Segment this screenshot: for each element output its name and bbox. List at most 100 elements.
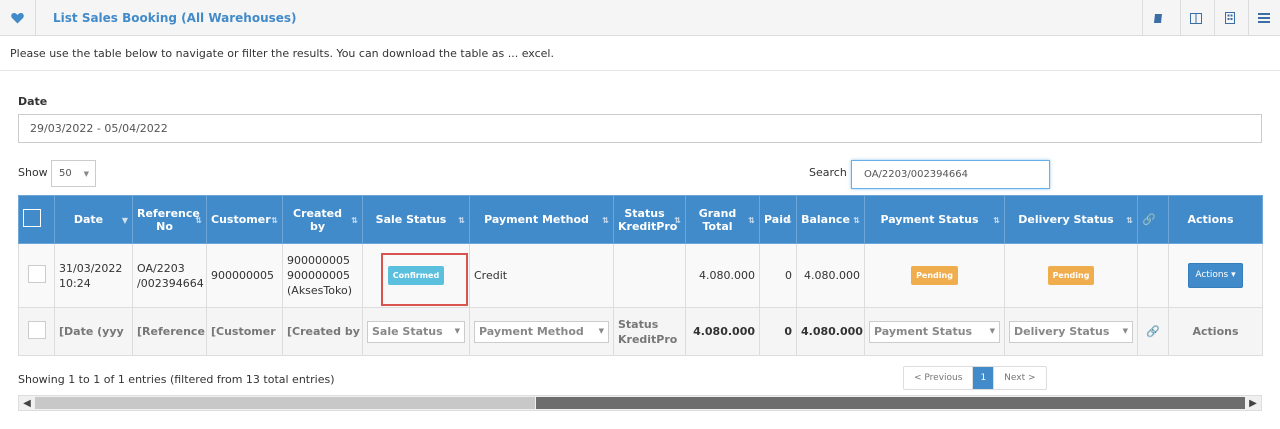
search-input[interactable]: OA/2203/002394664	[851, 160, 1050, 189]
sales-table: Date ▼ Reference No ⇅ Customer ⇅ Created by…	[18, 195, 1263, 356]
page-length-value: 50	[59, 168, 72, 179]
col-payment-method[interactable]: Payment Method ⇅	[469, 195, 614, 244]
link-icon: 🔗	[1142, 213, 1156, 226]
filter-sale-status-select[interactable]: Sale Status ▼	[367, 320, 465, 343]
sort-icon: ⇅	[853, 216, 860, 225]
cell-reference: OA/2203 /002394664	[132, 243, 207, 308]
col-reference[interactable]: Reference No ⇅	[132, 195, 207, 244]
col-created-by[interactable]: Created by ⇅	[282, 195, 363, 244]
pagination-previous[interactable]: < Previous	[904, 367, 972, 389]
total-balance: 4.080.000	[796, 307, 865, 356]
select-all-cell[interactable]	[18, 195, 55, 244]
show-label: Show	[18, 166, 48, 179]
divider	[0, 70, 1280, 71]
book-icon[interactable]	[1142, 0, 1172, 36]
list-icon[interactable]	[1248, 0, 1278, 36]
table-row[interactable]: 31/03/2022 10:24 OA/2203 /002394664 9000…	[18, 243, 1263, 308]
sort-icon: ⇅	[674, 216, 681, 225]
cell-grand-total: 4.080.000	[685, 243, 760, 308]
col-actions: Actions	[1168, 195, 1263, 244]
filter-payment-status-cell: Payment Status ▼	[864, 307, 1005, 356]
scroll-track-left[interactable]	[35, 397, 535, 409]
col-grand-total[interactable]: Grand Total ⇅	[685, 195, 760, 244]
cell-balance: 4.080.000	[796, 243, 865, 308]
page-length-select[interactable]: 50 ▼	[51, 160, 96, 187]
cell-payment-method: Credit	[469, 243, 614, 308]
col-date[interactable]: Date ▼	[54, 195, 133, 244]
cell-link	[1137, 243, 1169, 308]
sort-icon: ⇅	[351, 216, 358, 225]
filter-date-input[interactable]: [Date (yyy	[54, 307, 133, 356]
sort-icon: ⇅	[748, 216, 755, 225]
filter-payment-method-cell: Payment Method ▼	[469, 307, 614, 356]
filter-delivery-status-cell: Delivery Status ▼	[1004, 307, 1138, 356]
foot-actions: Actions	[1168, 307, 1263, 356]
filter-delivery-status-select[interactable]: Delivery Status ▼	[1009, 320, 1133, 343]
sort-icon: ⇅	[993, 216, 1000, 225]
sort-icon: ⇅	[458, 216, 465, 225]
heart-icon	[0, 0, 36, 36]
col-customer[interactable]: Customer ⇅	[206, 195, 283, 244]
cell-delivery-status: Pending	[1004, 243, 1138, 308]
sort-icon: ▼	[121, 216, 128, 225]
table-info: Showing 1 to 1 of 1 entries (filtered fr…	[18, 373, 335, 386]
col-payment-status[interactable]: Payment Status ⇅	[864, 195, 1005, 244]
total-paid: 0	[759, 307, 797, 356]
page-title: List Sales Booking (All Warehouses)	[53, 11, 297, 25]
chevron-down-icon: ▼	[83, 170, 89, 178]
row-checkbox[interactable]	[27, 264, 46, 283]
row-select-cell[interactable]	[18, 243, 55, 308]
cell-customer: 900000005	[206, 243, 283, 308]
chevron-down-icon: ▼	[454, 327, 460, 335]
highlight-box	[381, 253, 468, 306]
col-paid[interactable]: Paid ⇅	[759, 195, 797, 244]
filter-sale-status-cell: Sale Status ▼	[362, 307, 470, 356]
date-range-input[interactable]: 29/03/2022 - 05/04/2022	[18, 114, 1262, 143]
col-delivery-status[interactable]: Delivery Status ⇅	[1004, 195, 1138, 244]
chevron-down-icon: ▼	[989, 327, 995, 335]
total-grand-total: 4.080.000	[685, 307, 760, 356]
filter-created-by-input[interactable]: [Created by	[282, 307, 363, 356]
panel-header: List Sales Booking (All Warehouses)	[0, 0, 1280, 36]
select-all-checkbox[interactable]	[23, 209, 41, 227]
scroll-thumb[interactable]	[536, 397, 1245, 409]
chevron-down-icon: ▼	[598, 327, 604, 335]
status-badge: Pending	[1047, 266, 1095, 285]
date-label: Date	[18, 95, 48, 108]
col-balance[interactable]: Balance ⇅	[796, 195, 865, 244]
building-icon[interactable]	[1214, 0, 1244, 36]
table-header: Date ▼ Reference No ⇅ Customer ⇅ Created by…	[18, 195, 1263, 244]
foot-status-kreditpro: Status KreditPro	[613, 307, 686, 356]
cell-date: 31/03/2022 10:24	[54, 243, 133, 308]
filter-payment-status-select[interactable]: Payment Status ▼	[869, 320, 1000, 343]
scroll-left-icon[interactable]: ◀	[19, 396, 35, 410]
cell-actions: Actions ▾	[1168, 243, 1263, 308]
col-sale-status[interactable]: Sale Status ⇅	[362, 195, 470, 244]
chevron-down-icon: ▼	[1122, 327, 1128, 335]
filter-reference-input[interactable]: [Reference	[132, 307, 207, 356]
sort-icon: ⇅	[1126, 216, 1133, 225]
actions-dropdown-button[interactable]: Actions ▾	[1188, 263, 1243, 288]
col-status-kreditpro[interactable]: Status KreditPro ⇅	[613, 195, 686, 244]
foot-select-cell[interactable]	[18, 307, 55, 356]
sort-icon: ⇅	[785, 216, 792, 225]
sort-icon: ⇅	[271, 216, 278, 225]
intro-text: Please use the table below to navigate o…	[10, 47, 554, 60]
filter-payment-method-select[interactable]: Payment Method ▼	[474, 320, 609, 343]
sort-icon: ⇅	[602, 216, 609, 225]
scroll-right-icon[interactable]: ▶	[1245, 396, 1261, 410]
cell-payment-status: Pending	[864, 243, 1005, 308]
status-badge: Pending	[911, 266, 958, 285]
pagination-page-1[interactable]: 1	[972, 367, 995, 389]
foot-link-cell: 🔗	[1137, 307, 1169, 356]
filter-customer-input[interactable]: [Customer	[206, 307, 283, 356]
link-icon: 🔗	[1146, 325, 1160, 338]
pagination: < Previous 1 Next >	[903, 366, 1047, 390]
footer-checkbox[interactable]	[27, 320, 46, 339]
pagination-next[interactable]: Next >	[994, 367, 1045, 389]
sort-icon: ⇅	[195, 216, 202, 225]
search-label: Search	[809, 166, 847, 179]
columns-icon[interactable]	[1180, 0, 1210, 36]
horizontal-scrollbar[interactable]: ◀ ▶	[18, 395, 1262, 411]
cell-paid: 0	[759, 243, 797, 308]
